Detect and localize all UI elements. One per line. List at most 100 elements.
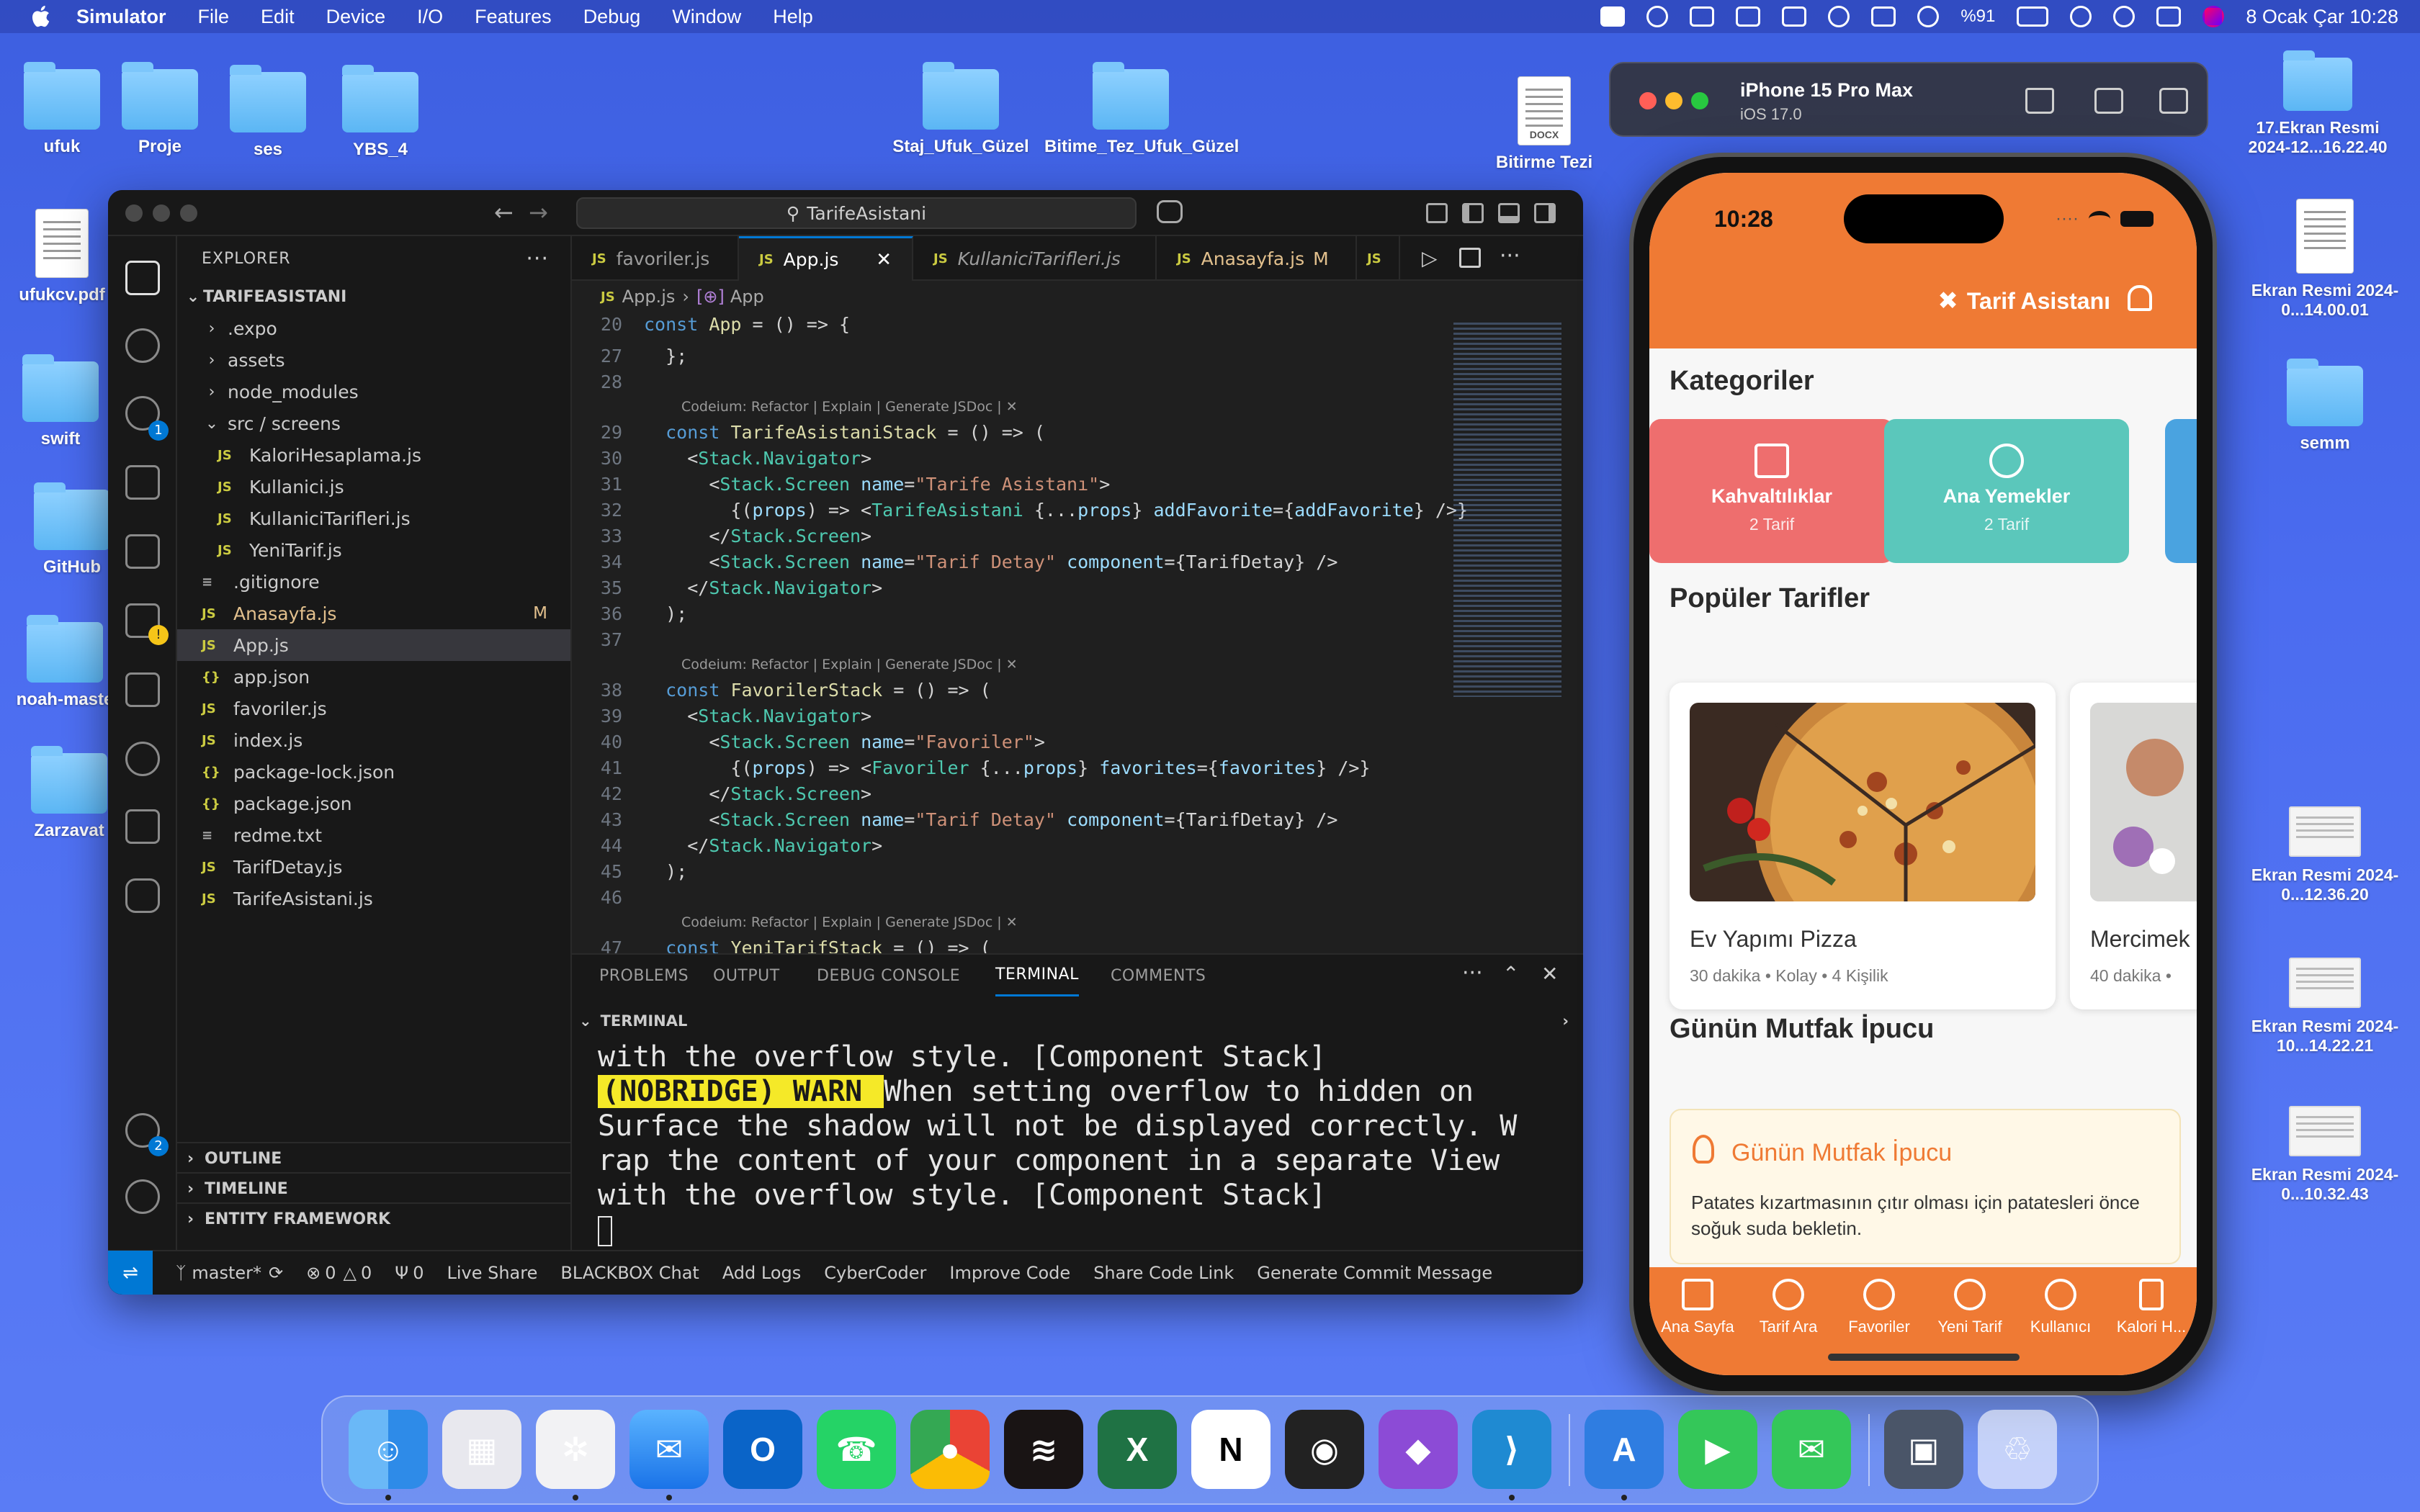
- desktop-screenshot-1[interactable]: 17.Ekran Resmi 2024-12...16.22.40: [2238, 50, 2397, 157]
- dock-app-mail-icon[interactable]: ✉: [629, 1410, 709, 1489]
- close-window-button[interactable]: [125, 204, 143, 222]
- status-cybercoder[interactable]: CyberCoder: [824, 1263, 926, 1283]
- file-tree-item[interactable]: JS Anasayfa.js M: [177, 598, 570, 629]
- desktop-screenshot-3[interactable]: Ekran Resmi 2024-0...12.36.20: [2246, 806, 2404, 904]
- panel-tab-comments[interactable]: COMMENTS: [1111, 955, 1206, 996]
- sidebar-section-timeline[interactable]: › TIMELINE: [177, 1172, 570, 1204]
- explorer-icon[interactable]: [125, 261, 160, 295]
- keyboard-icon[interactable]: [1871, 6, 1896, 27]
- code-editor[interactable]: 20 const App = () => {27 }; 28 Codeium: Ref…: [572, 311, 1537, 958]
- search-icon[interactable]: [125, 328, 160, 363]
- wifi-icon[interactable]: [2070, 6, 2092, 27]
- tab-ana-sayfa[interactable]: Ana Sayfa: [1652, 1279, 1743, 1336]
- spotlight-search-icon[interactable]: [2113, 6, 2136, 27]
- status-branch[interactable]: master*: [192, 1263, 261, 1283]
- file-tree-item[interactable]: JS TarifDetay.js: [177, 851, 570, 883]
- category-ana-yemekler[interactable]: Ana Yemekler 2 Tarif: [1884, 419, 2129, 563]
- close-tab-icon[interactable]: ✕: [876, 249, 892, 271]
- file-tree-item[interactable]: JS index.js: [177, 724, 570, 756]
- recipe-card-pizza[interactable]: Ev Yapımı Pizza 30 dakika • Kolay • 4 Ki…: [1670, 683, 2056, 1009]
- file-tree-item[interactable]: ⌄ src / screens: [177, 408, 570, 439]
- bluetooth-icon[interactable]: [1917, 6, 1940, 27]
- tab-kullanici-tarifleri[interactable]: JS KullaniciTarifleri.js: [913, 236, 1157, 281]
- settings-gear-icon[interactable]: [125, 1179, 160, 1214]
- panel-tab-problems[interactable]: PROBLEMS: [599, 955, 689, 996]
- branch-icon[interactable]: ᛉ: [176, 1263, 186, 1283]
- codelens-actions[interactable]: Codeium: Refactor | Explain | Generate J…: [681, 914, 1018, 930]
- panel-tab-debug-console[interactable]: DEBUG CONSOLE: [817, 955, 960, 996]
- file-tree-item[interactable]: ≡ .gitignore: [177, 566, 570, 598]
- volume-icon[interactable]: [1828, 6, 1850, 27]
- menu-edit[interactable]: Edit: [261, 6, 295, 28]
- dock-app-xcode-icon[interactable]: A: [1585, 1410, 1664, 1489]
- close-window-button[interactable]: [1639, 92, 1657, 109]
- breadcrumb-file[interactable]: App.js: [622, 287, 676, 307]
- dock-app-whatsapp-icon[interactable]: ☎: [817, 1410, 896, 1489]
- file-tree-item[interactable]: › .expo: [177, 312, 570, 344]
- live-share-icon[interactable]: [125, 809, 160, 844]
- close-panel-icon[interactable]: ✕: [1541, 962, 1558, 986]
- status-share-code-link[interactable]: Share Code Link: [1093, 1263, 1234, 1283]
- sidebar-section-outline[interactable]: › OUTLINE: [177, 1142, 570, 1174]
- window-layout-icon[interactable]: [1782, 6, 1807, 27]
- file-tree-item[interactable]: JS Kullanici.js: [177, 471, 570, 503]
- menu-file[interactable]: File: [198, 6, 230, 28]
- file-tree-item[interactable]: JS KullaniciTarifleri.js: [177, 503, 570, 534]
- rotate-icon[interactable]: [2159, 88, 2188, 114]
- file-tree-item[interactable]: JS TarifeAsistani.js: [177, 883, 570, 914]
- home-indicator[interactable]: [1828, 1354, 2020, 1361]
- forward-arrow-icon[interactable]: →: [529, 199, 548, 226]
- warnings-icon[interactable]: △: [344, 1263, 357, 1283]
- errors-icon[interactable]: ⊗: [306, 1263, 321, 1283]
- editor-more-icon[interactable]: ···: [1500, 243, 1520, 269]
- more-actions-icon[interactable]: ···: [526, 246, 549, 271]
- file-tree-item[interactable]: › assets: [177, 344, 570, 376]
- ports-icon[interactable]: Ψ: [395, 1263, 408, 1283]
- dock-app-vs-code-icon[interactable]: ⟩: [1472, 1410, 1551, 1489]
- dock-app-trash-icon[interactable]: ♲: [1978, 1410, 2057, 1489]
- remote-indicator-icon[interactable]: ⇌: [108, 1251, 153, 1295]
- comments-icon[interactable]: [125, 672, 160, 707]
- terminal-prompt[interactable]: [598, 1212, 1534, 1247]
- screenshot-camera-icon[interactable]: [2094, 88, 2123, 114]
- siri-icon[interactable]: [2202, 6, 2225, 27]
- recipe-card-mercimek[interactable]: Mercimek 40 dakika •: [2070, 683, 2197, 1009]
- menu-features[interactable]: Features: [475, 6, 552, 28]
- tab-favoriler[interactable]: Favoriler: [1834, 1279, 1924, 1336]
- status-ports[interactable]: 0: [413, 1263, 424, 1283]
- dock-app-messages-icon[interactable]: ✉: [1772, 1410, 1851, 1489]
- dock-app-logic-icon[interactable]: ◉: [1285, 1410, 1364, 1489]
- command-center-search[interactable]: ⚲ TarifeAsistani: [576, 197, 1137, 229]
- menu-debug[interactable]: Debug: [583, 6, 641, 28]
- toggle-panel-icon[interactable]: [1498, 203, 1520, 223]
- run-icon[interactable]: ▷: [1422, 246, 1438, 270]
- dock-app-visual-studio-icon[interactable]: ◆: [1379, 1410, 1458, 1489]
- project-root[interactable]: ⌄ TARIFEASISTANI: [177, 281, 570, 312]
- desktop-folder-semm[interactable]: semm: [2246, 359, 2404, 454]
- home-icon[interactable]: [2025, 88, 2054, 114]
- status-add-logs[interactable]: Add Logs: [722, 1263, 801, 1283]
- menu-window[interactable]: Window: [672, 6, 741, 28]
- minimize-window-button[interactable]: [153, 204, 170, 222]
- back-arrow-icon[interactable]: ←: [494, 199, 514, 226]
- desktop-screenshot-2[interactable]: Ekran Resmi 2024-0...14.00.01: [2246, 199, 2404, 320]
- status-blackbox-chat[interactable]: BLACKBOX Chat: [560, 1263, 699, 1283]
- remote-explorer-icon[interactable]: [125, 534, 160, 569]
- sidebar-section-entity-framework[interactable]: › ENTITY FRAMEWORK: [177, 1202, 570, 1234]
- status-warnings[interactable]: 0: [361, 1263, 372, 1283]
- file-tree-item[interactable]: {} package-lock.json: [177, 756, 570, 788]
- copilot-icon[interactable]: [1157, 200, 1183, 223]
- category-next-partial[interactable]: [2165, 419, 2197, 563]
- menu-help[interactable]: Help: [773, 6, 813, 28]
- tab-tarif-ara[interactable]: Tarif Ara: [1743, 1279, 1834, 1336]
- file-tree-item[interactable]: JS YeniTarif.js: [177, 534, 570, 566]
- screen-record-icon[interactable]: [1600, 6, 1626, 27]
- dock-app-outlook-icon[interactable]: O: [723, 1410, 802, 1489]
- category-kahvaltiliklar[interactable]: Kahvaltılıklar 2 Tarif: [1649, 419, 1894, 563]
- dock-app-safari-icon[interactable]: ✲: [536, 1410, 615, 1489]
- dock-app-chrome-icon[interactable]: ●: [910, 1410, 990, 1489]
- breadcrumb-symbol[interactable]: App: [730, 287, 764, 307]
- battery-percent[interactable]: %91: [1960, 6, 1995, 27]
- dock-app-spotify-icon[interactable]: ≋: [1004, 1410, 1083, 1489]
- desktop-folder-bitime-tez[interactable]: Bitime_Tez_Ufuk_Güzel: [1044, 62, 1239, 157]
